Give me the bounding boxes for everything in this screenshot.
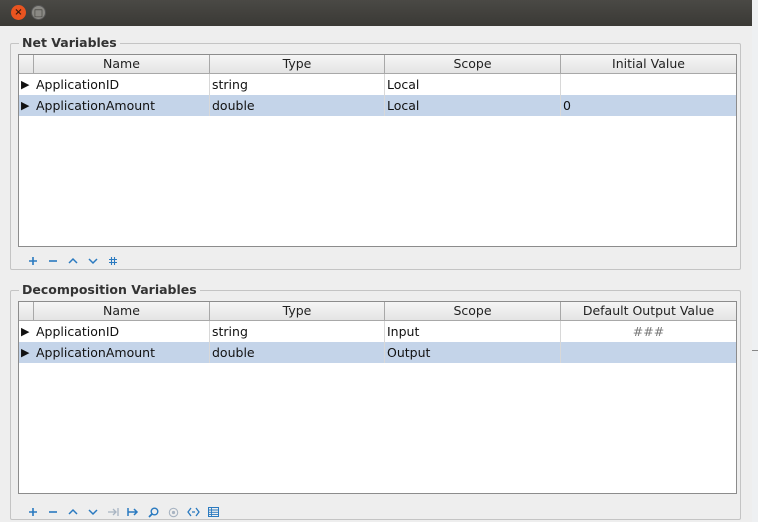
map-from-net-icon[interactable]	[123, 504, 143, 520]
decomposition-variables-table[interactable]: Name Type Scope Default Output Value ▶ A…	[18, 301, 737, 494]
table-row[interactable]: ▶ ApplicationAmount double Local 0	[19, 95, 736, 116]
column-header-type[interactable]: Type	[210, 302, 385, 320]
window-titlebar: × □	[0, 0, 752, 26]
cell-initial-value[interactable]: 0	[561, 95, 736, 116]
add-icon[interactable]	[23, 253, 43, 269]
close-window-button[interactable]: ×	[11, 5, 26, 20]
cell-default-output-value[interactable]: ###	[561, 321, 736, 342]
search-icon[interactable]	[143, 504, 163, 520]
header-corner	[19, 302, 34, 320]
remove-icon[interactable]	[43, 504, 63, 520]
row-marker-icon: ▶	[21, 78, 30, 91]
net-variables-toolbar	[23, 253, 123, 269]
dialog-content: Net Variables Name Type Scope Initial Va…	[0, 26, 752, 522]
decomposition-variables-group: Decomposition Variables Name Type Scope …	[10, 282, 741, 520]
map-to-net-icon[interactable]	[103, 504, 123, 520]
column-header-default-output-value[interactable]: Default Output Value	[561, 302, 736, 320]
column-header-type[interactable]: Type	[210, 55, 385, 73]
remove-icon[interactable]	[43, 253, 63, 269]
cell-type[interactable]: string	[210, 74, 385, 95]
cell-name[interactable]: ApplicationAmount	[34, 342, 210, 363]
cell-name[interactable]: ApplicationAmount	[34, 95, 210, 116]
header-corner	[19, 55, 34, 73]
column-header-initial-value[interactable]: Initial Value	[561, 55, 736, 73]
decomposition-variables-toolbar	[23, 504, 223, 520]
cell-default-output-value[interactable]	[561, 342, 736, 363]
row-marker-icon: ▶	[21, 99, 30, 112]
move-up-icon[interactable]	[63, 504, 83, 520]
column-header-name[interactable]: Name	[34, 55, 210, 73]
cell-scope[interactable]: Input	[385, 321, 561, 342]
move-up-icon[interactable]	[63, 253, 83, 269]
cell-name[interactable]: ApplicationID	[34, 74, 210, 95]
move-down-icon[interactable]	[83, 253, 103, 269]
net-variables-table[interactable]: Name Type Scope Initial Value ▶ Applicat…	[18, 54, 737, 247]
add-icon[interactable]	[23, 504, 43, 520]
cell-scope[interactable]: Output	[385, 342, 561, 363]
column-header-scope[interactable]: Scope	[385, 55, 561, 73]
row-marker-icon: ▶	[21, 325, 30, 338]
cell-type[interactable]: double	[210, 95, 385, 116]
column-header-scope[interactable]: Scope	[385, 302, 561, 320]
table-icon[interactable]	[203, 504, 223, 520]
row-marker-icon: ▶	[21, 346, 30, 359]
table-row[interactable]: ▶ ApplicationAmount double Output	[19, 342, 736, 363]
net-variables-group: Net Variables Name Type Scope Initial Va…	[10, 35, 741, 270]
code-icon[interactable]	[183, 504, 203, 520]
cell-scope[interactable]: Local	[385, 74, 561, 95]
column-header-name[interactable]: Name	[34, 302, 210, 320]
net-variables-header: Name Type Scope Initial Value	[19, 55, 736, 74]
target-icon[interactable]	[163, 504, 183, 520]
background-window-edge	[752, 0, 758, 522]
decomposition-variables-title: Decomposition Variables	[19, 282, 200, 298]
table-row[interactable]: ▶ ApplicationID string Input ###	[19, 321, 736, 342]
decomposition-variables-header: Name Type Scope Default Output Value	[19, 302, 736, 321]
hash-icon[interactable]	[103, 253, 123, 269]
cell-initial-value[interactable]	[561, 74, 736, 95]
cell-name[interactable]: ApplicationID	[34, 321, 210, 342]
cell-type[interactable]: string	[210, 321, 385, 342]
table-row[interactable]: ▶ ApplicationID string Local	[19, 74, 736, 95]
move-down-icon[interactable]	[83, 504, 103, 520]
maximize-window-button[interactable]: □	[31, 5, 46, 20]
cell-type[interactable]: double	[210, 342, 385, 363]
cell-scope[interactable]: Local	[385, 95, 561, 116]
net-variables-title: Net Variables	[19, 35, 120, 51]
